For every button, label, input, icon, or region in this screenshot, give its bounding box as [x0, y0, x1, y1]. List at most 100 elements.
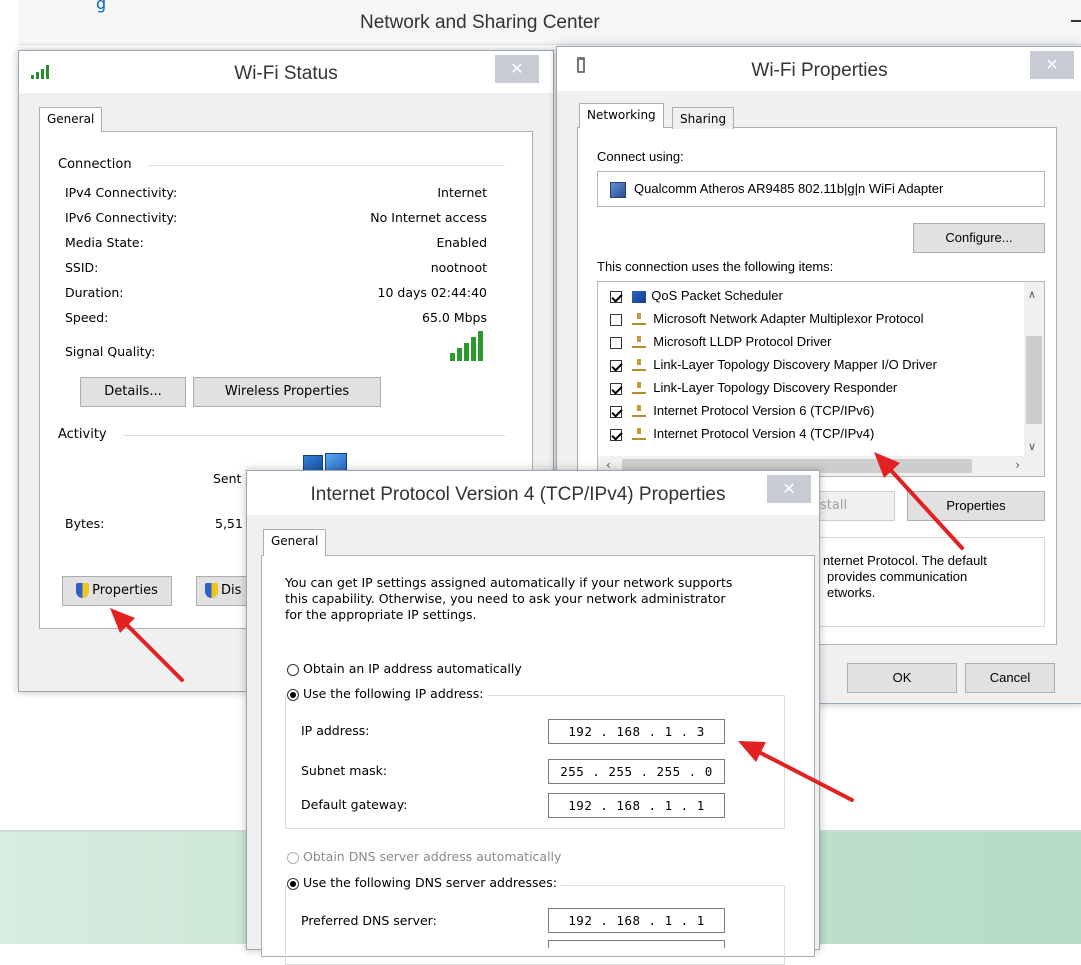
- activity-divider: [123, 435, 505, 436]
- status-row-ipv4: IPv4 Connectivity: Internet: [65, 185, 487, 203]
- network-protocol-icon: [631, 335, 646, 348]
- wifi-properties-close-button[interactable]: ✕: [1030, 51, 1074, 79]
- intro-line-3: for the appropriate IP settings.: [285, 607, 477, 622]
- status-key: IPv6 Connectivity:: [65, 210, 178, 225]
- tab-general-ipv4[interactable]: General: [263, 529, 327, 556]
- vertical-scrollbar[interactable]: ∧ ∨: [1024, 282, 1044, 458]
- configure-button[interactable]: Configure...: [913, 223, 1045, 253]
- qos-icon: [631, 290, 646, 303]
- adapter-name: Qualcomm Atheros AR9485 802.11b|g|n WiFi…: [634, 181, 944, 196]
- ok-button[interactable]: OK: [847, 663, 957, 693]
- ipv4-properties-window: Internet Protocol Version 4 (TCP/IPv4) P…: [246, 470, 820, 965]
- status-key: IPv4 Connectivity:: [65, 185, 178, 200]
- nsc-title: Network and Sharing Center: [360, 12, 600, 33]
- status-row-speed: Speed: 65.0 Mbps: [65, 310, 487, 328]
- obtain-ip-auto-radio[interactable]: Obtain an IP address automatically: [287, 661, 522, 676]
- status-key: Speed:: [65, 310, 109, 325]
- radio-button[interactable]: [287, 851, 299, 864]
- status-row-ipv6: IPv6 Connectivity: No Internet access: [65, 210, 487, 228]
- tab-sharing[interactable]: Sharing: [672, 107, 735, 129]
- use-static-dns-radio[interactable]: Use the following DNS server addresses:: [287, 875, 561, 890]
- adapter-icon: [610, 182, 626, 198]
- wifi-status-title: Wi-Fi Status: [234, 63, 338, 84]
- subnet-mask-field[interactable]: 255 . 255 . 255 . 0: [548, 759, 725, 784]
- bytes-label: Bytes:: [65, 516, 105, 531]
- preferred-dns-field[interactable]: 192 . 168 . 1 . 1: [548, 908, 725, 933]
- network-protocol-icon: [631, 404, 646, 417]
- network-protocol-icon: [631, 381, 646, 394]
- checkbox[interactable]: [610, 336, 622, 349]
- list-item-lltd-responder[interactable]: Link-Layer Topology Discovery Responder: [610, 380, 897, 404]
- wifi-status-close-button[interactable]: ✕: [495, 55, 539, 83]
- item-properties-button[interactable]: Properties: [907, 491, 1045, 521]
- checkbox[interactable]: [610, 428, 622, 441]
- status-value: 65.0 Mbps: [422, 310, 487, 325]
- list-item-ipv6[interactable]: Internet Protocol Version 6 (TCP/IPv6): [610, 403, 874, 427]
- list-item-label: Link-Layer Topology Discovery Responder: [653, 380, 898, 395]
- scroll-thumb[interactable]: [1026, 336, 1042, 424]
- radio-button[interactable]: [287, 688, 299, 701]
- network-protocol-icon: [631, 358, 646, 371]
- status-key: SSID:: [65, 260, 99, 275]
- list-item-label: Microsoft Network Adapter Multiplexor Pr…: [653, 311, 924, 326]
- tab-networking[interactable]: Networking: [579, 103, 664, 128]
- use-static-ip-radio[interactable]: Use the following IP address:: [287, 686, 488, 701]
- use-static-dns-label: Use the following DNS server addresses:: [302, 875, 557, 890]
- list-item-label: Internet Protocol Version 6 (TCP/IPv6): [653, 403, 875, 418]
- intro-line-1: You can get IP settings assigned automat…: [285, 575, 733, 590]
- status-value: Enabled: [436, 235, 487, 250]
- scroll-right-icon[interactable]: ›: [1015, 458, 1020, 472]
- scroll-up-icon[interactable]: ∧: [1028, 288, 1036, 301]
- details-button[interactable]: Details...: [80, 377, 186, 407]
- nsc-top-link[interactable]: g: [96, 0, 106, 13]
- alternate-dns-field[interactable]: [548, 940, 725, 948]
- intro-line-2: this capability. Otherwise, you need to …: [285, 591, 726, 606]
- default-gateway-field[interactable]: 192 . 168 . 1 . 1: [548, 793, 725, 818]
- status-key: Media State:: [65, 235, 144, 250]
- nsc-minimize-icon[interactable]: [1071, 20, 1081, 22]
- wifi-properties-titlebar: Wi-Fi Properties ✕: [557, 47, 1081, 91]
- list-item-ipv4[interactable]: Internet Protocol Version 4 (TCP/IPv4): [610, 426, 874, 450]
- checkbox[interactable]: [610, 290, 622, 303]
- scroll-down-icon[interactable]: ∨: [1028, 440, 1036, 453]
- wireless-properties-button[interactable]: Wireless Properties: [193, 377, 381, 407]
- subnet-mask-label: Subnet mask:: [301, 763, 388, 778]
- status-value: No Internet access: [370, 210, 487, 225]
- default-gateway-label: Default gateway:: [301, 797, 408, 812]
- radio-button[interactable]: [287, 877, 299, 890]
- components-list: QoS Packet Scheduler Microsoft Network A…: [597, 281, 1045, 477]
- ipv4-title: Internet Protocol Version 4 (TCP/IPv4) P…: [310, 484, 726, 505]
- bytes-sent-value: 5,51: [215, 516, 243, 531]
- disable-button-label: Dis: [221, 583, 242, 598]
- properties-button-label: Properties: [92, 583, 158, 598]
- wifi-status-titlebar: Wi-Fi Status ✕: [19, 51, 553, 93]
- properties-button[interactable]: Properties: [62, 576, 172, 606]
- list-item-qos[interactable]: QoS Packet Scheduler: [610, 288, 783, 312]
- checkbox[interactable]: [610, 359, 622, 372]
- wifi-properties-title: Wi-Fi Properties: [751, 60, 888, 81]
- checkbox[interactable]: [610, 405, 622, 418]
- ipv4-titlebar: Internet Protocol Version 4 (TCP/IPv4) P…: [247, 471, 819, 515]
- preferred-dns-label: Preferred DNS server:: [301, 913, 437, 928]
- shield-icon: [76, 583, 90, 598]
- tab-general[interactable]: General: [39, 107, 103, 132]
- list-item-lltd-mapper[interactable]: Link-Layer Topology Discovery Mapper I/O…: [610, 357, 937, 381]
- install-button-label: stall: [820, 498, 848, 513]
- network-protocol-icon: [631, 312, 646, 325]
- ipv4-close-button[interactable]: ✕: [767, 475, 811, 503]
- ip-address-field[interactable]: 192 . 168 . 1 . 3: [548, 719, 725, 744]
- obtain-ip-auto-label: Obtain an IP address automatically: [302, 661, 522, 676]
- list-item-label: Microsoft LLDP Protocol Driver: [653, 334, 832, 349]
- status-value: Internet: [437, 185, 487, 200]
- description-line-2: provides communication: [827, 569, 968, 584]
- network-protocol-icon: [631, 427, 646, 440]
- signal-quality-label: Signal Quality:: [65, 344, 156, 359]
- list-item-multiplexor[interactable]: Microsoft Network Adapter Multiplexor Pr…: [610, 311, 923, 335]
- status-value: nootnoot: [430, 260, 487, 275]
- list-item-lldp[interactable]: Microsoft LLDP Protocol Driver: [610, 334, 831, 358]
- obtain-dns-auto-radio[interactable]: Obtain DNS server address automatically: [287, 849, 561, 864]
- checkbox[interactable]: [610, 382, 622, 395]
- checkbox[interactable]: [610, 313, 622, 326]
- cancel-button[interactable]: Cancel: [965, 663, 1055, 693]
- radio-button[interactable]: [287, 663, 299, 676]
